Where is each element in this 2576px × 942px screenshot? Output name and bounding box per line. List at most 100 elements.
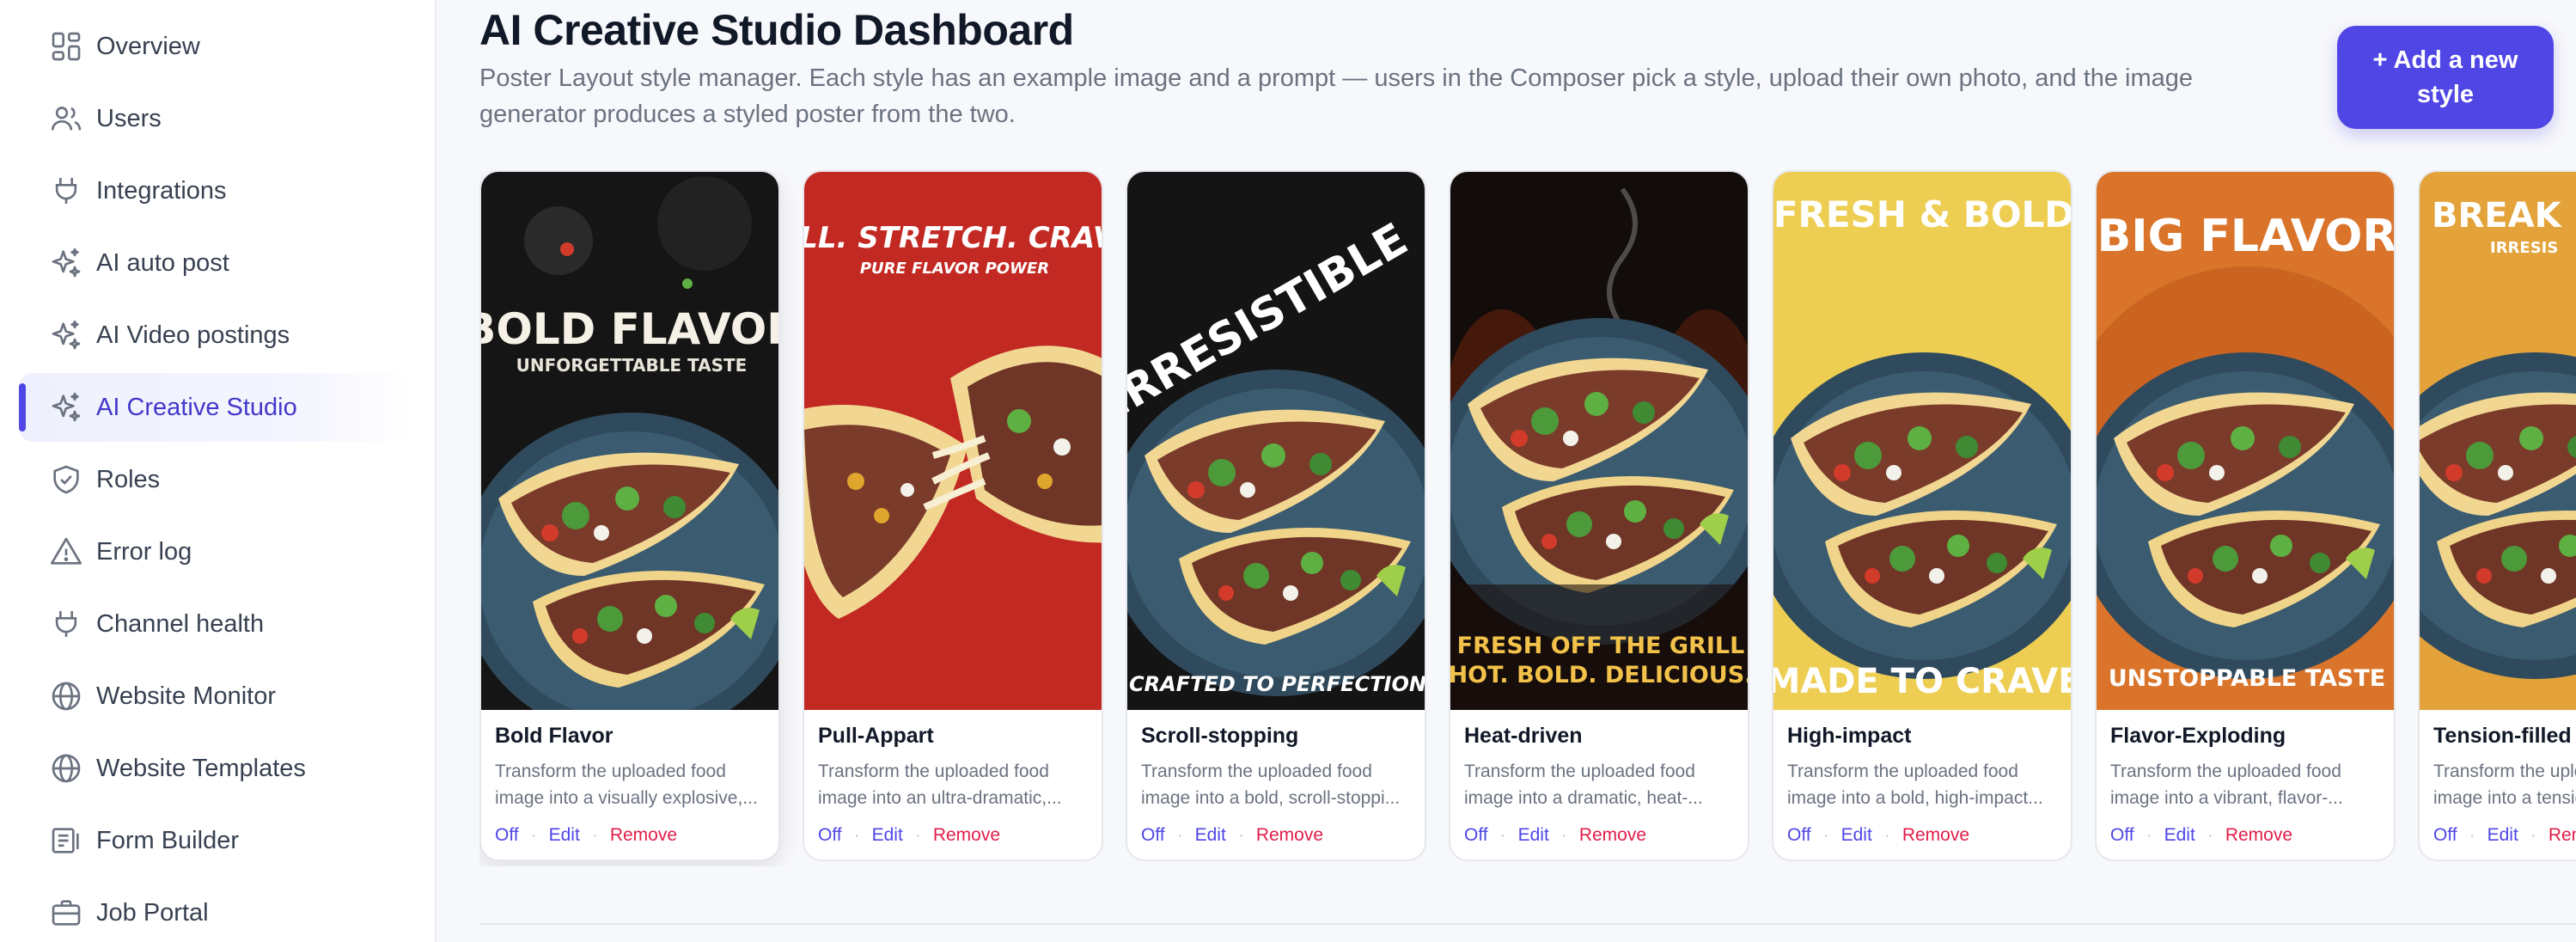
separator-dot: · xyxy=(1499,825,1506,845)
style-example-image: IRRESISTIBLE CRAFTED TO PERFECTION xyxy=(1127,172,1426,710)
globe-icon xyxy=(19,662,95,731)
style-actions: Off · Edit · Remove xyxy=(2433,825,2576,846)
style-card[interactable]: PULL. STRETCH. CRAVE. PURE FLAVOR POWER … xyxy=(803,170,1103,861)
briefcase-icon xyxy=(19,878,95,942)
style-name: Bold Flavor xyxy=(495,724,613,748)
style-example-image: FRESH & BOLD MADE TO CRAVE xyxy=(1773,172,2072,710)
sidebar-item-job-portal[interactable]: Job Portal xyxy=(19,878,412,942)
off-toggle[interactable]: Off xyxy=(818,825,842,846)
edit-link[interactable]: Edit xyxy=(2164,825,2195,846)
separator-dot: · xyxy=(1822,825,1829,845)
sidebar-item-website-templates[interactable]: Website Templates xyxy=(19,734,412,803)
off-toggle[interactable]: Off xyxy=(1141,825,1165,846)
style-description: Transform the uploaded food image into a… xyxy=(495,758,766,811)
style-card[interactable]: FRESH & BOLD MADE TO CRAVE High-impact T… xyxy=(1772,170,2072,861)
style-description-line: Transform the uploaded food xyxy=(1464,762,1695,781)
remove-link[interactable]: Remove xyxy=(1902,825,1969,846)
page-title: AI Creative Studio Dashboard xyxy=(479,6,1074,54)
off-toggle[interactable]: Off xyxy=(2110,825,2134,846)
style-description: Transform the uploaded food image into a… xyxy=(1464,758,1736,811)
poster-headline: BREAK IN xyxy=(2432,196,2576,236)
style-card[interactable]: FRESH OFF THE GRILL HOT. BOLD. DELICIOUS… xyxy=(1449,170,1749,861)
sidebar-item-ai-creative-studio[interactable]: AI Creative Studio xyxy=(19,373,412,442)
poster-bottomline: CRAFTED TO PERFECTION xyxy=(1129,672,1426,696)
add-style-button[interactable]: + Add a new style xyxy=(2337,26,2554,129)
sidebar-item-label: Website Templates xyxy=(96,754,306,782)
style-description-line: Transform the uploaded food xyxy=(818,762,1049,781)
style-description: Transform the uploaded food image into a… xyxy=(1141,758,1413,811)
sidebar-item-label: Integrations xyxy=(96,176,227,205)
style-description: Transform the uploaded food image into a… xyxy=(2110,758,2382,811)
separator-dot: · xyxy=(530,825,537,845)
sidebar-item-overview[interactable]: Overview xyxy=(19,12,412,81)
warning-icon xyxy=(19,517,95,586)
style-actions: Off · Edit · Remove xyxy=(1464,825,1646,846)
poster-headline: BIG FLAVOR xyxy=(2097,211,2396,262)
remove-link[interactable]: Remove xyxy=(2225,825,2292,846)
off-toggle[interactable]: Off xyxy=(495,825,519,846)
sidebar-item-label: AI Creative Studio xyxy=(96,393,297,421)
sidebar-item-label: Form Builder xyxy=(96,826,239,854)
style-card[interactable]: BREAK IN IRRESIS Tension-filled Transfor… xyxy=(2418,170,2576,861)
sparkles-icon xyxy=(19,229,95,297)
sidebar-item-label: Website Monitor xyxy=(96,682,276,710)
poster-subline: UNFORGETTABLE TASTE xyxy=(516,355,748,376)
style-description-line: image into a bold, high-impact... xyxy=(1787,788,2043,808)
sparkles-icon xyxy=(19,373,95,442)
poster-bottomline: MADE TO CRAVE xyxy=(1773,662,2072,701)
sidebar-item-ai-auto-post[interactable]: AI auto post xyxy=(19,229,412,297)
style-cards: BOLD FLAVOR UNFORGETTABLE TASTE Bold Fla… xyxy=(479,170,2576,866)
style-name: High-impact xyxy=(1787,724,1912,748)
style-description: Transform the uploaded food image into a… xyxy=(818,758,1090,811)
poster-subline: FRESH OFF THE GRILL xyxy=(1457,633,1745,659)
style-name: Tension-filled xyxy=(2433,724,2572,748)
style-example-image: FRESH OFF THE GRILL HOT. BOLD. DELICIOUS… xyxy=(1450,172,1749,710)
sidebar-item-integrations[interactable]: Integrations xyxy=(19,156,412,225)
edit-link[interactable]: Edit xyxy=(872,825,903,846)
off-toggle[interactable]: Off xyxy=(1787,825,1811,846)
sidebar-item-error-log[interactable]: Error log xyxy=(19,517,412,586)
off-toggle[interactable]: Off xyxy=(2433,825,2457,846)
sidebar-item-ai-video-postings[interactable]: AI Video postings xyxy=(19,301,412,370)
sidebar-item-label: Channel health xyxy=(96,609,265,638)
separator-dot: · xyxy=(2530,825,2536,845)
sidebar-item-form-builder[interactable]: Form Builder xyxy=(19,806,412,875)
style-description-line: image into a vibrant, flavor-... xyxy=(2110,788,2343,808)
edit-link[interactable]: Edit xyxy=(2487,825,2518,846)
remove-link[interactable]: Remove xyxy=(1256,825,1323,846)
remove-link[interactable]: Remove xyxy=(2549,825,2576,846)
style-name: Pull-Appart xyxy=(818,724,934,748)
active-indicator xyxy=(19,383,26,431)
style-card[interactable]: BIG FLAVOR UNSTOPPABLE TASTE Flavor-Expl… xyxy=(2095,170,2396,861)
style-description-line: Transform the uploaded food xyxy=(2433,762,2576,781)
poster-subline: PURE FLAVOR POWER xyxy=(860,260,1049,278)
remove-link[interactable]: Remove xyxy=(933,825,1000,846)
sidebar-item-website-monitor[interactable]: Website Monitor xyxy=(19,662,412,731)
off-toggle[interactable]: Off xyxy=(1464,825,1488,846)
sidebar-item-channel-health[interactable]: Channel health xyxy=(19,590,412,658)
remove-link[interactable]: Remove xyxy=(610,825,677,846)
edit-link[interactable]: Edit xyxy=(1841,825,1872,846)
edit-link[interactable]: Edit xyxy=(549,825,580,846)
style-description-line: image into a bold, scroll-stoppi... xyxy=(1141,788,1401,808)
separator-dot: · xyxy=(1560,825,1567,845)
style-description: Transform the uploaded food image into a… xyxy=(2433,758,2576,811)
separator-dot: · xyxy=(853,825,860,845)
style-card[interactable]: BOLD FLAVOR UNFORGETTABLE TASTE Bold Fla… xyxy=(479,170,780,861)
edit-link[interactable]: Edit xyxy=(1518,825,1549,846)
style-actions: Off · Edit · Remove xyxy=(1787,825,1969,846)
style-name: Heat-driven xyxy=(1464,724,1583,748)
style-name: Flavor-Exploding xyxy=(2110,724,2286,748)
sidebar-item-roles[interactable]: Roles xyxy=(19,445,412,514)
style-example-image: PULL. STRETCH. CRAVE. PURE FLAVOR POWER xyxy=(804,172,1102,710)
style-description-line: image into a dramatic, heat-... xyxy=(1464,788,1703,808)
edit-link[interactable]: Edit xyxy=(1195,825,1226,846)
remove-link[interactable]: Remove xyxy=(1579,825,1646,846)
style-card[interactable]: IRRESISTIBLE CRAFTED TO PERFECTION Scrol… xyxy=(1126,170,1426,861)
sidebar-item-label: Roles xyxy=(96,465,161,493)
poster-bottomline: HOT. BOLD. DELICIOUS. xyxy=(1450,662,1749,688)
style-description-line: image into an ultra-dramatic,... xyxy=(818,788,1062,808)
sidebar-item-users[interactable]: Users xyxy=(19,84,412,153)
separator-dot: · xyxy=(1883,825,1890,845)
separator-dot: · xyxy=(1237,825,1244,845)
